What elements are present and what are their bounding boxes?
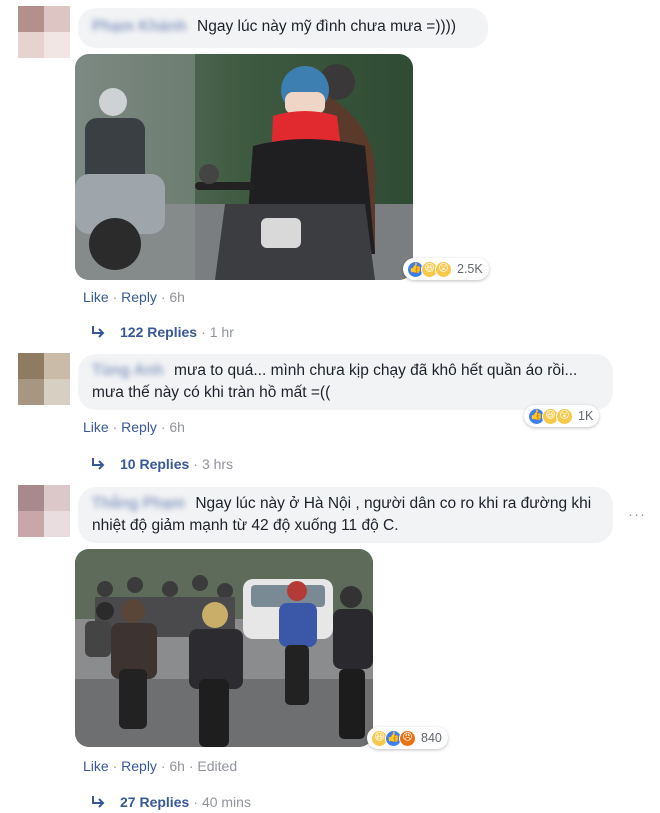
reactions-summary[interactable]: 👍 😆 😮 2.5K bbox=[403, 258, 489, 280]
comment-photo[interactable] bbox=[75, 549, 373, 747]
reply-button[interactable]: Reply bbox=[121, 289, 157, 305]
avatar[interactable] bbox=[18, 353, 70, 405]
comment-author[interactable]: Phạm Khánh bbox=[92, 16, 187, 38]
comment-author[interactable]: Tùng Anh bbox=[92, 360, 164, 382]
edited-label[interactable]: Edited bbox=[197, 758, 237, 774]
comment-text: Ngay lúc này mỹ đình chưa mưa =)))) bbox=[197, 18, 456, 35]
comment-bubble: Tùng Anh mưa to quá... mình chưa kịp chạ… bbox=[78, 354, 613, 410]
comment-text: mưa to quá... mình chưa kịp chạy đã khô … bbox=[92, 362, 578, 401]
reply-arrow-icon bbox=[92, 458, 105, 470]
comment-time[interactable]: 6h bbox=[169, 419, 185, 435]
separator: · bbox=[201, 324, 206, 340]
replies-time: 1 hr bbox=[209, 324, 234, 340]
more-options-icon[interactable]: ··· bbox=[628, 506, 646, 523]
comment-actions: Like · Reply · 6h bbox=[83, 419, 185, 435]
view-replies-link[interactable]: 10 Replies · 3 hrs bbox=[90, 456, 233, 472]
separator: · bbox=[108, 758, 122, 774]
replies-time: 3 hrs bbox=[201, 456, 234, 472]
view-replies-link[interactable]: 27 Replies · 40 mins bbox=[90, 794, 251, 810]
photo-scooter-riders bbox=[75, 54, 413, 280]
reactions-count: 1K bbox=[578, 409, 594, 423]
reply-arrow-icon bbox=[92, 796, 105, 808]
separator: · bbox=[156, 289, 170, 305]
comment-bubble: Phạm Khánh Ngay lúc này mỹ đình chưa mưa… bbox=[78, 8, 488, 48]
comment-photo[interactable] bbox=[75, 54, 413, 280]
reactions-summary[interactable]: 😆 👍 😠 840 bbox=[367, 727, 448, 749]
reactions-summary[interactable]: 👍 😆 😮 1K bbox=[524, 405, 600, 427]
comment-bubble: Thắng Phạm Ngay lúc này ở Hà Nội , người… bbox=[78, 487, 613, 543]
comment-actions: Like · Reply · 6h bbox=[83, 289, 185, 305]
separator: · bbox=[108, 289, 122, 305]
comment-author[interactable]: Thắng Phạm bbox=[92, 493, 185, 515]
avatar[interactable] bbox=[18, 485, 70, 537]
like-button[interactable]: Like bbox=[83, 289, 109, 305]
replies-count[interactable]: 27 Replies bbox=[120, 794, 189, 810]
comment-actions: Like · Reply · 6h · Edited bbox=[83, 758, 237, 774]
separator: · bbox=[193, 794, 198, 810]
reply-button[interactable]: Reply bbox=[121, 419, 157, 435]
replies-time: 40 mins bbox=[201, 794, 251, 810]
photo-street-traffic bbox=[75, 549, 373, 747]
replies-count[interactable]: 122 Replies bbox=[120, 324, 197, 340]
wow-reaction-icon: 😮 bbox=[435, 260, 452, 278]
separator: · bbox=[156, 419, 170, 435]
view-replies-link[interactable]: 122 Replies · 1 hr bbox=[90, 324, 234, 340]
separator: · bbox=[156, 758, 170, 774]
separator: · bbox=[193, 456, 198, 472]
like-button[interactable]: Like bbox=[83, 419, 109, 435]
separator: · bbox=[184, 758, 198, 774]
reactions-count: 2.5K bbox=[457, 262, 483, 276]
avatar[interactable] bbox=[18, 6, 70, 58]
reactions-count: 840 bbox=[421, 731, 442, 745]
separator: · bbox=[108, 419, 122, 435]
like-button[interactable]: Like bbox=[83, 758, 109, 774]
comment-time[interactable]: 6h bbox=[169, 289, 185, 305]
reply-button[interactable]: Reply bbox=[121, 758, 157, 774]
wow-reaction-icon: 😮 bbox=[556, 407, 573, 425]
comment-time[interactable]: 6h bbox=[169, 758, 185, 774]
replies-count[interactable]: 10 Replies bbox=[120, 456, 189, 472]
angry-reaction-icon: 😠 bbox=[399, 729, 416, 747]
reply-arrow-icon bbox=[92, 326, 105, 338]
